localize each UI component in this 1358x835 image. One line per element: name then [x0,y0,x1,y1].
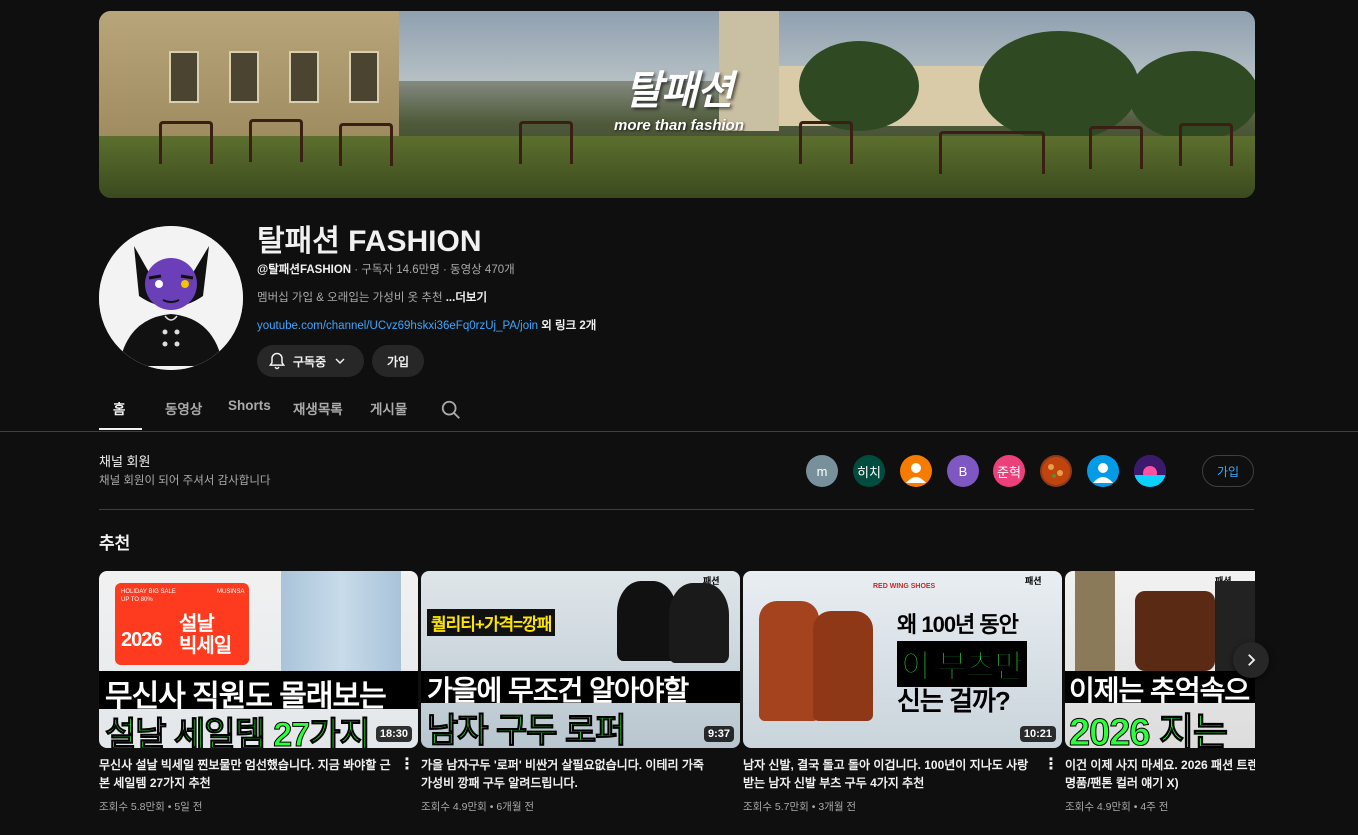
recommended-title: 추천 [99,534,131,553]
badge-small-text: HOLIDAY BIG SALE [121,589,176,595]
channel-link[interactable]: youtube.com/channel/UCvz69hskxi36eFq0rzU… [257,320,538,332]
thumb-headline-1: 왜 100년 동안 [897,612,1019,637]
channel-meta: @탈패션FASHION · 구독자 14.6만명 · 동영상 470개 [257,261,515,277]
badge-small-text-2: UP TO 80% [121,597,153,603]
video-duration: 10:21 [1019,726,1056,742]
video-title[interactable]: 무신사 설날 빅세일 찐보물만 엄선했습니다. 지금 봐야할 근본 세일템 27… [99,756,391,792]
thumb-headline-2: 설날 세일템 27가지 [105,716,372,749]
tab-posts[interactable]: 게시물 [370,398,407,420]
sunset-photo-icon [1134,455,1166,487]
badge-brand: MUSINSA [217,589,245,595]
video-meta: 조회수 5.8만회 • 5일 전 [99,801,203,813]
video-meta: 조회수 4.9만회 • 4주 전 [1065,801,1169,813]
channel-banner: 탈패션 more than fashion [99,11,1255,198]
more-vert-icon[interactable]: ⋮ [1043,756,1059,774]
badge-year: 2026 [121,629,162,651]
thumb-headline-2: 2026 지는 [1068,712,1228,749]
member-avatar-initial: B [958,463,968,479]
tab-videos[interactable]: 동영상 [165,398,202,420]
chevron-right-icon [1248,654,1256,666]
member-avatar[interactable]: B [947,455,979,487]
section-divider [99,509,1254,510]
thumb-headline-2: 남자 구두 로퍼 [427,712,628,749]
video-title[interactable]: 남자 신발, 결국 돌고 돌아 이겁니다. 100년이 지나도 사랑받는 남자 … [743,756,1035,792]
members-title: 채널 회원 [99,454,151,469]
carousel-next-button[interactable] [1233,642,1269,678]
video-duration: 9:37 [703,726,734,742]
channel-handle: @탈패션FASHION [257,264,352,276]
members-join-button[interactable]: 가입 [1202,455,1254,487]
channel-avatar[interactable] [99,226,243,370]
badge-sub: 빅세일 [179,635,232,657]
video-meta: 조회수 5.7만회 • 3개월 전 [743,801,857,813]
tab-shorts[interactable]: Shorts [228,398,271,420]
tab-playlists[interactable]: 재생목록 [293,398,343,420]
search-icon[interactable] [440,399,462,425]
more-link[interactable]: ...더보기 [446,292,487,304]
subscribed-button[interactable]: 구독중 [257,345,364,377]
channel-logo-text: 패션 [1025,576,1042,586]
cat-character-icon [99,226,243,370]
brand-text: RED WING SHOES [873,583,936,590]
channel-description: 멤버십 가입 & 오래입는 가성비 옷 추천 ...더보기 [257,289,487,305]
bell-icon [268,352,286,370]
member-avatar[interactable] [900,455,932,487]
member-avatar[interactable] [1087,455,1119,487]
more-links[interactable]: 외 링크 2개 [538,320,596,332]
channel-stats: · 구독자 14.6만명 · 동영상 470개 [351,264,515,276]
channel-links: youtube.com/channel/UCvz69hskxi36eFq0rzU… [257,317,596,333]
user-icon [906,463,926,483]
tab-home[interactable]: 홈 [113,398,125,420]
description-text: 멤버십 가입 & 오래입는 가성비 옷 추천 [257,292,446,304]
video-thumbnail[interactable]: 패션 RED WING SHOES 왜 100년 동안 이 부츠만 신는 걸까?… [743,571,1062,748]
member-avatar[interactable] [1040,455,1072,487]
tab-underline [99,428,142,430]
video-meta: 조회수 4.9만회 • 6개월 전 [421,801,535,813]
channel-title: 탈패션 FASHION [257,225,482,258]
carousel-clip [1255,560,1358,835]
food-photo-icon [1042,457,1070,485]
chevron-down-icon [335,358,345,365]
member-avatar[interactable]: m [806,455,838,487]
member-avatar[interactable] [1134,455,1166,487]
video-title[interactable]: 가을 남자구두 '로퍼' 비싼거 살필요없습니다. 이테리 가죽 가성비 깡패 … [421,756,713,792]
user-icon [1093,463,1113,483]
member-avatar-initial: 히치 [857,464,881,480]
thumb-headline-3: 신는 걸까? [897,686,1011,716]
subscribed-label: 구독중 [293,354,327,369]
video-duration: 18:30 [375,726,412,742]
member-avatar-initial: 준혁 [997,464,1021,480]
banner-subtitle: more than fashion [613,117,744,134]
member-avatar-initial: m [816,463,828,479]
members-subtitle: 채널 회원이 되어 주셔서 감사합니다 [99,475,271,487]
tabs-divider [0,431,1358,432]
video-thumbnail[interactable]: 패션 퀄리티+가격=깡패 가을에 무조건 알아야할 남자 구두 로퍼 9:37 [421,571,740,748]
thumb-tag: 퀄리티+가격=깡패 [427,609,556,636]
join-button[interactable]: 가입 [372,345,424,377]
member-avatar[interactable]: 히치 [853,455,885,487]
video-thumbnail[interactable]: HOLIDAY BIG SALE UP TO 80% MUSINSA 설날 20… [99,571,418,748]
more-vert-icon[interactable]: ⋮ [399,756,415,774]
member-avatar[interactable]: 준혁 [993,455,1025,487]
banner-title: 탈패션 [625,69,733,113]
